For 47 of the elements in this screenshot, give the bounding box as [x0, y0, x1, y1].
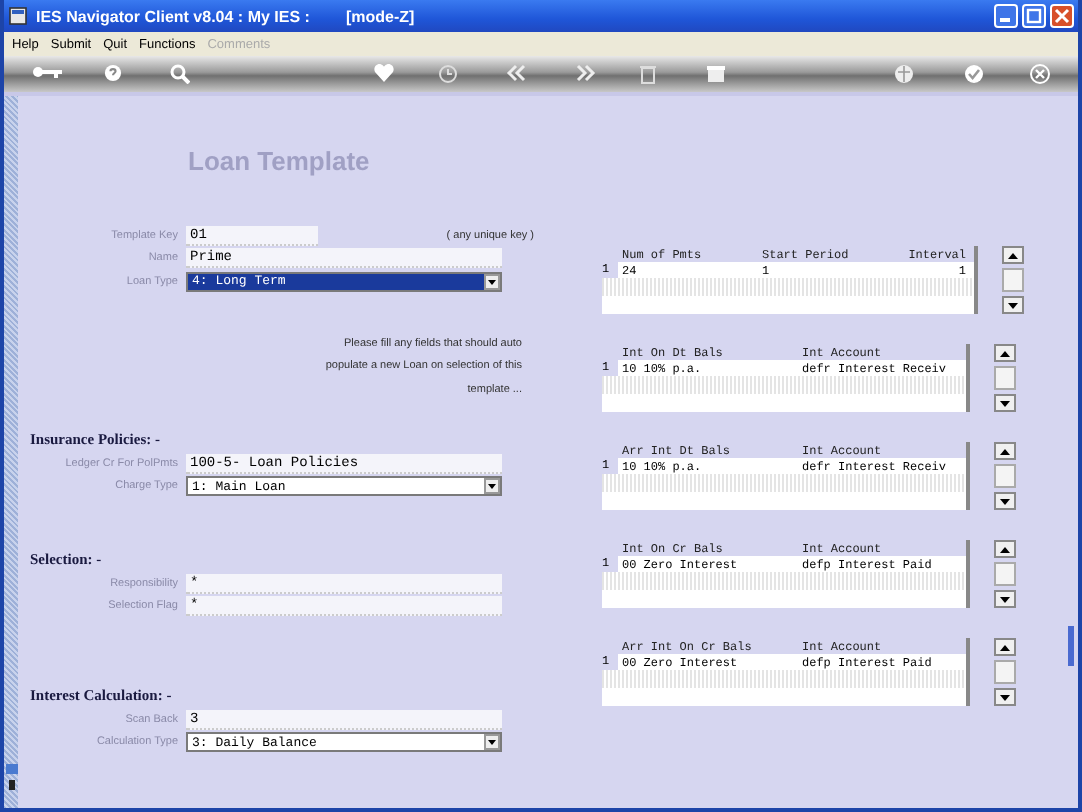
down-arrow-icon — [1000, 497, 1010, 505]
caret-icon — [484, 273, 500, 290]
double-left-icon[interactable] — [506, 64, 526, 82]
close-button[interactable] — [1050, 4, 1074, 28]
scroll-up-button[interactable] — [994, 442, 1016, 460]
search-icon[interactable] — [170, 64, 190, 84]
maximize-button[interactable] — [1022, 4, 1046, 28]
up-arrow-icon — [1000, 545, 1010, 553]
mode-label: [mode-Z] — [345, 7, 415, 25]
caret-icon — [484, 478, 500, 495]
minimize-button[interactable] — [994, 4, 1018, 28]
key-icon[interactable] — [32, 64, 64, 80]
scrollbar[interactable] — [1068, 626, 1074, 666]
up-arrow-icon — [1008, 251, 1018, 259]
maximize-icon — [1026, 8, 1042, 24]
down-arrow-icon — [1000, 399, 1010, 407]
caret-icon — [484, 734, 500, 751]
scroll-up-button[interactable] — [994, 344, 1016, 362]
down-arrow-icon — [1008, 301, 1018, 309]
scroll-thumb[interactable] — [994, 366, 1016, 390]
bin-icon[interactable] — [640, 64, 656, 84]
scroll-down-button[interactable] — [1002, 296, 1024, 314]
box-icon[interactable] — [706, 64, 726, 84]
heart-icon[interactable] — [374, 64, 394, 82]
up-arrow-icon — [1000, 349, 1010, 357]
scroll-up-button[interactable] — [994, 540, 1016, 558]
up-arrow-icon — [1000, 643, 1010, 651]
scroll-thumb[interactable] — [1002, 268, 1024, 292]
scroll-down-button[interactable] — [994, 492, 1016, 510]
scroll-thumb[interactable] — [994, 464, 1016, 488]
help-icon[interactable] — [104, 64, 122, 82]
up-arrow-icon — [1000, 447, 1010, 455]
scroll-up-button[interactable] — [994, 638, 1016, 656]
check-icon[interactable] — [964, 64, 984, 84]
scroll-thumb[interactable] — [994, 660, 1016, 684]
scroll-up-button[interactable] — [1002, 246, 1024, 264]
window-title: IES Navigator Client v8.04 : My IES : — [36, 7, 310, 25]
double-right-icon[interactable] — [576, 64, 596, 82]
down-arrow-icon — [1000, 595, 1010, 603]
scroll-down-button[interactable] — [994, 590, 1016, 608]
down-arrow-icon — [1000, 693, 1010, 701]
cancel-icon[interactable] — [1030, 64, 1050, 84]
scroll-down-button[interactable] — [994, 688, 1016, 706]
close-icon — [1054, 8, 1070, 24]
scroll-thumb[interactable] — [994, 562, 1016, 586]
clock-icon[interactable] — [438, 64, 458, 84]
scroll-down-button[interactable] — [994, 394, 1016, 412]
